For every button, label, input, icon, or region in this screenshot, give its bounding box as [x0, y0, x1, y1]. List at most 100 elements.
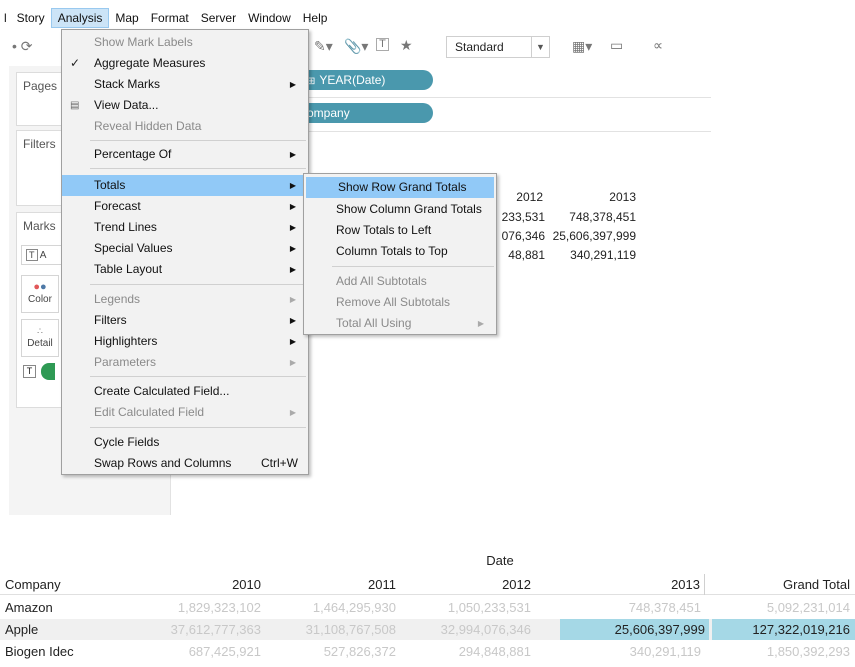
checkmark-icon: ✓: [70, 56, 81, 70]
detail-dots-icon: ∴: [37, 326, 43, 336]
shortcut-label: Ctrl+W: [261, 456, 298, 470]
submenu-arrow-icon: ▶: [289, 265, 296, 274]
company-header: Company: [5, 577, 61, 592]
menu-item-total-all-using[interactable]: Total All Using ▶: [304, 313, 496, 334]
grid-header-2012: 2012: [516, 190, 543, 204]
menu-item-label: Show Mark Labels: [94, 35, 193, 49]
menu-item-remove-all-subtotals[interactable]: Remove All Subtotals: [304, 292, 496, 313]
grid-cell: 233,531: [501, 210, 545, 224]
menu-item-swap-rows-columns[interactable]: Swap Rows and Columns Ctrl+W: [62, 453, 308, 474]
rows-pill[interactable]: ompany: [299, 103, 433, 123]
table-row: Apple 37,612,777,363 31,108,767,508 32,9…: [0, 619, 855, 640]
share-icon[interactable]: ∝: [653, 37, 663, 54]
menu-item-aggregate-measures[interactable]: ✓ Aggregate Measures: [62, 53, 308, 74]
color-label: Color: [28, 294, 52, 305]
pen-icon[interactable]: ✎▾: [314, 38, 333, 55]
menu-item-totals[interactable]: Totals ▶: [62, 175, 308, 196]
menu-story[interactable]: Story: [11, 8, 51, 28]
column-header-2011: 2011: [368, 577, 396, 592]
menu-item-create-calculated-field[interactable]: Create Calculated Field...: [62, 381, 308, 402]
grid-cell: 076,346: [501, 229, 545, 243]
marks-title: Marks: [23, 219, 56, 233]
table-cell: 37,612,777,363: [170, 622, 261, 637]
pages-title: Pages: [23, 79, 58, 93]
table-row: Amazon 1,829,323,102 1,464,295,930 1,050…: [0, 597, 855, 618]
table-cell: 1,829,323,102: [177, 600, 261, 615]
menu-item-show-column-grand-totals[interactable]: Show Column Grand Totals: [304, 199, 496, 220]
redo-icon[interactable]: • ⟳: [12, 38, 33, 55]
menu-item-label: Row Totals to Left: [336, 223, 432, 237]
menu-map[interactable]: Map: [109, 8, 144, 28]
menu-item-label: Column Totals to Top: [336, 244, 448, 258]
selected-cell[interactable]: 25,606,397,999: [560, 619, 709, 640]
menu-item-filters[interactable]: Filters ▶: [62, 310, 308, 331]
menu-format[interactable]: Format: [145, 8, 195, 28]
menu-item-highlighters[interactable]: Highlighters ▶: [62, 331, 308, 352]
menu-item-stack-marks[interactable]: Stack Marks ▶: [62, 74, 308, 95]
sum-pill[interactable]: [41, 363, 55, 380]
menu-overflow-marker: l: [4, 11, 7, 25]
menu-item-edit-calculated-field[interactable]: Edit Calculated Field ▶: [62, 402, 308, 423]
menu-item-show-row-grand-totals[interactable]: Show Row Grand Totals: [306, 177, 494, 198]
pin-icon[interactable]: ★: [400, 37, 413, 54]
presentation-icon[interactable]: ▭: [610, 37, 623, 54]
submenu-arrow-icon: ▶: [289, 223, 296, 232]
text-mark-icon: T: [26, 249, 38, 261]
menu-item-percentage-of[interactable]: Percentage Of ▶: [62, 144, 308, 165]
menu-separator: [90, 140, 306, 141]
menu-item-label: Aggregate Measures: [94, 56, 206, 70]
selected-grand-total-cell[interactable]: 127,322,019,216: [712, 619, 855, 640]
text-box-icon[interactable]: T: [376, 38, 389, 51]
menu-item-reveal-hidden-data[interactable]: Reveal Hidden Data: [62, 116, 308, 137]
submenu-arrow-icon: ▶: [289, 316, 296, 325]
menu-item-view-data[interactable]: ▤ View Data...: [62, 95, 308, 116]
menu-item-column-totals-to-top[interactable]: Column Totals to Top: [304, 241, 496, 262]
menu-item-label: Show Row Grand Totals: [338, 180, 467, 194]
menu-item-trend-lines[interactable]: Trend Lines ▶: [62, 217, 308, 238]
detail-button[interactable]: ∴ Detail: [21, 319, 59, 357]
table-cell: 1,050,233,531: [447, 600, 531, 615]
tableau-window: l Story Analysis Map Format Server Windo…: [0, 0, 855, 515]
row-company: Apple: [5, 622, 39, 637]
menu-window[interactable]: Window: [242, 8, 297, 28]
color-button[interactable]: ●● Color: [21, 275, 59, 313]
row-company: Amazon: [5, 600, 53, 615]
column-header-2012: 2012: [502, 577, 531, 592]
analysis-menu: Show Mark Labels ✓ Aggregate Measures Sta…: [61, 29, 309, 475]
menu-separator: [90, 376, 306, 377]
menu-item-label: Special Values: [94, 241, 173, 255]
menu-item-label: Show Column Grand Totals: [336, 202, 482, 216]
menu-item-add-all-subtotals[interactable]: Add All Subtotals: [304, 271, 496, 292]
menu-item-parameters[interactable]: Parameters ▶: [62, 352, 308, 373]
menu-item-show-mark-labels[interactable]: Show Mark Labels: [62, 32, 308, 53]
menu-item-row-totals-to-left[interactable]: Row Totals to Left: [304, 220, 496, 241]
grid-cell: 748,378,451: [569, 210, 636, 224]
date-header-row: Date: [0, 552, 855, 570]
menu-item-special-values[interactable]: Special Values ▶: [62, 238, 308, 259]
menu-item-forecast[interactable]: Forecast ▶: [62, 196, 308, 217]
table-cell: 31,108,767,508: [305, 622, 396, 637]
fit-standard-select[interactable]: Standard ▼: [446, 36, 550, 58]
menu-item-cycle-fields[interactable]: Cycle Fields: [62, 432, 308, 453]
menu-separator: [90, 168, 306, 169]
menu-server[interactable]: Server: [195, 8, 242, 28]
menu-item-label: Legends: [94, 292, 141, 306]
submenu-arrow-icon: ▶: [289, 244, 296, 253]
menu-item-table-layout[interactable]: Table Layout ▶: [62, 259, 308, 280]
columns-pill[interactable]: ⊞ YEAR(Date): [299, 70, 433, 90]
show-me-icon[interactable]: ▦▾: [572, 38, 592, 55]
submenu-arrow-icon: ▶: [289, 358, 296, 367]
column-header-grand-total: Grand Total: [783, 577, 850, 592]
menu-separator: [332, 266, 494, 267]
result-crosstab: Date Company 2010 2011 2012 2013 Grand T…: [0, 546, 855, 667]
menu-item-label: Totals: [94, 178, 126, 192]
chevron-down-icon: ▼: [531, 37, 549, 57]
menu-help[interactable]: Help: [297, 8, 334, 28]
menu-item-legends[interactable]: Legends ▶: [62, 289, 308, 310]
menu-analysis[interactable]: Analysis: [50, 8, 110, 28]
submenu-arrow-icon: ▶: [289, 181, 296, 190]
totals-submenu: Show Row Grand Totals Show Column Grand …: [303, 173, 497, 335]
paperclip-icon[interactable]: 📎▾: [344, 38, 368, 55]
submenu-arrow-icon: ▶: [477, 319, 484, 328]
submenu-arrow-icon: ▶: [289, 408, 296, 417]
